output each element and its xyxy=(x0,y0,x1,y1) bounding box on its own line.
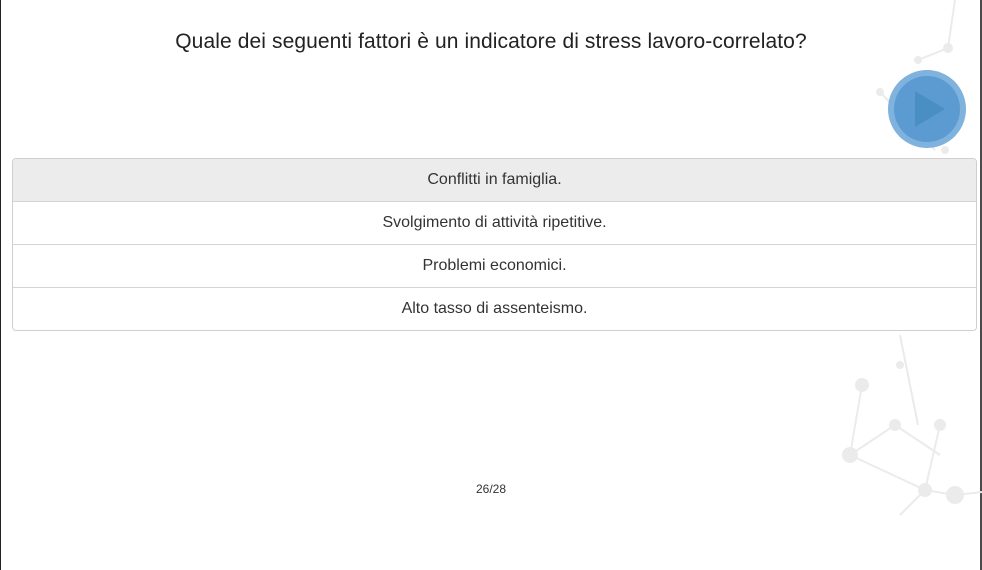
play-button[interactable] xyxy=(887,69,967,149)
answer-option-1[interactable]: Conflitti in famiglia. xyxy=(13,159,976,201)
answer-option-4[interactable]: Alto tasso di assenteismo. xyxy=(13,287,976,330)
answer-list: Conflitti in famiglia. Svolgimento di at… xyxy=(12,158,977,331)
question-counter: 26/28 xyxy=(475,482,507,496)
play-icon xyxy=(888,70,966,148)
answer-option-2[interactable]: Svolgimento di attività ripetitive. xyxy=(13,201,976,244)
answer-option-3[interactable]: Problemi economici. xyxy=(13,244,976,287)
question-title: Quale dei seguenti fattori è un indicato… xyxy=(175,30,807,53)
